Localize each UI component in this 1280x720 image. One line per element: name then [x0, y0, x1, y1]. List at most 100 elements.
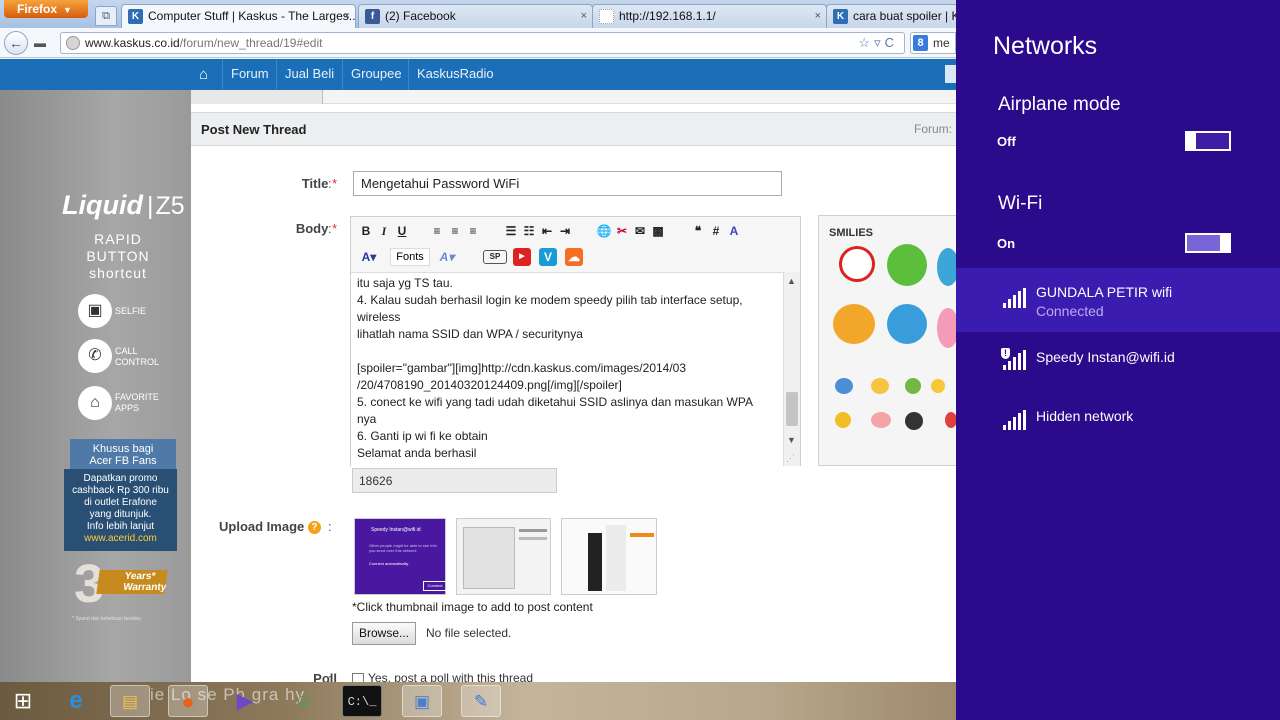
- help-icon[interactable]: ?: [307, 521, 321, 534]
- browse-button[interactable]: Browse...: [352, 622, 416, 645]
- nav-forum[interactable]: Forum: [222, 59, 277, 90]
- ad-promo-link[interactable]: www.acerid.com: [64, 533, 177, 545]
- upload-label-text: Upload Image: [219, 519, 305, 534]
- uploaded-thumbnail[interactable]: Speedy Instan@wifi.id Other people might…: [354, 518, 447, 595]
- smiley-small-2-icon[interactable]: [871, 378, 889, 394]
- close-icon[interactable]: ×: [344, 5, 350, 27]
- reload-icon[interactable]: C: [885, 35, 898, 50]
- file-explorer-icon[interactable]: ▤: [110, 685, 150, 717]
- chevron-down-icon[interactable]: ▿: [874, 35, 885, 50]
- smiley-small-6-icon[interactable]: [871, 412, 891, 428]
- upload-caption: *Click thumbnail image to add to post co…: [352, 600, 593, 614]
- nav-kaskusradio[interactable]: KaskusRadio: [408, 59, 502, 90]
- tab-groups-icon[interactable]: ⧉: [95, 6, 117, 26]
- camera-icon: ▣: [78, 294, 112, 328]
- body-line: /20/4708190_20140320124409.png[/img][/sp…: [357, 378, 622, 392]
- star-icon[interactable]: ☆: [858, 35, 874, 50]
- smiley-small-1-icon[interactable]: [835, 378, 853, 394]
- resize-handle-icon[interactable]: ⋰: [786, 453, 795, 464]
- fonts-dropdown[interactable]: Fonts: [390, 248, 430, 266]
- smilies-panel: SMILIES: [818, 215, 959, 466]
- search-box[interactable]: 8 me: [910, 32, 956, 54]
- user-menu-icon[interactable]: [945, 65, 956, 83]
- network-item-gundala-petir[interactable]: GUNDALA PETIR wifi Connected: [956, 268, 1280, 332]
- network-name: GUNDALA PETIR wifi: [1036, 284, 1173, 300]
- media-player-icon[interactable]: ▶: [225, 685, 265, 717]
- numbered-list-icon[interactable]: ☷: [520, 222, 538, 240]
- clear-format-icon[interactable]: A: [725, 222, 743, 240]
- close-icon[interactable]: ×: [581, 5, 587, 27]
- bold-button[interactable]: B: [357, 222, 375, 240]
- smiley-small-4-icon[interactable]: [931, 379, 945, 393]
- title-input[interactable]: Mengetahui Password WiFi: [353, 171, 782, 196]
- smiley-bird-icon[interactable]: [887, 304, 927, 344]
- internet-explorer-icon[interactable]: e: [56, 685, 96, 717]
- windows-start-icon[interactable]: ⊞: [3, 685, 43, 717]
- outdent-icon[interactable]: ⇤: [538, 222, 556, 240]
- indent-icon[interactable]: ⇥: [556, 222, 574, 240]
- url-text: www.kaskus.co.id/forum/new_thread/19#edi…: [85, 36, 322, 50]
- thumbnail-line: [519, 529, 547, 532]
- back-arrow-icon[interactable]: ←: [4, 31, 28, 55]
- smiley-frog-icon[interactable]: [887, 244, 927, 286]
- body-textarea[interactable]: itu saja yg TS tau. 4. Kalau sudah berha…: [351, 272, 783, 466]
- firefox-icon[interactable]: ●: [168, 685, 208, 717]
- smiley-small-7-icon[interactable]: [905, 412, 923, 430]
- close-icon[interactable]: ×: [815, 5, 821, 27]
- main-content: Post New Thread Forum: Title * : Mengeta…: [191, 90, 959, 686]
- nav-jual-beli[interactable]: Jual Beli: [276, 59, 342, 90]
- network-item-hidden[interactable]: Hidden network: [956, 392, 1280, 456]
- font-size-icon[interactable]: A▾: [357, 248, 381, 266]
- scroll-down-icon[interactable]: ▼: [787, 435, 796, 445]
- remote-desktop-icon[interactable]: ▣: [402, 685, 442, 717]
- uploaded-thumbnail[interactable]: [561, 518, 657, 595]
- page-title: Post New Thread: [201, 122, 307, 137]
- smiley-small-3-icon[interactable]: [905, 378, 921, 394]
- quote-icon[interactable]: ❝: [689, 222, 707, 240]
- italic-button[interactable]: I: [375, 222, 393, 240]
- airplane-mode-toggle[interactable]: [1185, 131, 1231, 151]
- forum-label: Forum:: [914, 122, 953, 136]
- smiley-fire-icon[interactable]: [833, 304, 875, 344]
- underline-button[interactable]: U: [393, 222, 411, 240]
- home-icon[interactable]: ⌂: [199, 66, 208, 83]
- paint-icon[interactable]: ✎: [461, 685, 501, 717]
- network-item-speedy-instan[interactable]: ! Speedy Instan@wifi.id: [956, 332, 1280, 396]
- messenger-icon[interactable]: ☺: [284, 685, 324, 717]
- youtube-icon[interactable]: ▶: [513, 248, 531, 266]
- uploaded-thumbnail[interactable]: [456, 518, 551, 595]
- firefox-menu-button[interactable]: Firefox ▼: [4, 0, 88, 18]
- vimeo-icon[interactable]: V: [539, 248, 557, 266]
- body-scrollbar[interactable]: ▲ ▼: [783, 272, 800, 466]
- spoiler-icon[interactable]: SP: [483, 250, 507, 264]
- soundcloud-icon[interactable]: ☁: [565, 248, 583, 266]
- align-right-icon[interactable]: ≡: [464, 222, 482, 240]
- smiley-small-5-icon[interactable]: [835, 412, 851, 428]
- link-icon[interactable]: 🌐: [595, 222, 613, 240]
- email-icon[interactable]: ✉: [631, 222, 649, 240]
- site-nav-bar: ⌂ Forum Jual Beli Groupee KaskusRadio: [0, 59, 956, 90]
- smiley-no-icon[interactable]: [839, 246, 875, 282]
- shield-warning-icon: !: [1001, 348, 1010, 359]
- align-center-icon[interactable]: ≡: [446, 222, 464, 240]
- font-color-icon[interactable]: A▾: [435, 248, 459, 266]
- tab-kaskus-spoiler[interactable]: K cara buat spoiler | Kas: [826, 4, 958, 28]
- thumbnail-text: Other people might be able to see info y…: [369, 543, 437, 553]
- align-left-icon[interactable]: ≡: [428, 222, 446, 240]
- command-prompt-icon[interactable]: C:\_: [342, 685, 382, 717]
- tab-kaskus-computer-stuff[interactable]: K Computer Stuff | Kaskus - The Larges..…: [121, 4, 356, 28]
- ad-feature-text: CONTROL: [115, 357, 160, 367]
- bullet-list-icon[interactable]: ☰: [502, 222, 520, 240]
- address-bar[interactable]: www.kaskus.co.id/forum/new_thread/19#edi…: [60, 32, 905, 54]
- scroll-thumb[interactable]: [786, 392, 798, 426]
- bookmark-icon[interactable]: ▬: [34, 36, 50, 50]
- unlink-icon[interactable]: ✂: [613, 222, 631, 240]
- wifi-toggle[interactable]: [1185, 233, 1231, 253]
- image-icon[interactable]: ▩: [649, 222, 667, 240]
- tab-router[interactable]: http://192.168.1.1/ ×: [592, 4, 827, 28]
- nav-groupee[interactable]: Groupee: [342, 59, 410, 90]
- hash-icon[interactable]: #: [707, 222, 725, 240]
- scroll-up-icon[interactable]: ▲: [787, 276, 796, 286]
- thumbnail-option: Connect automatically: [369, 561, 409, 566]
- tab-facebook[interactable]: f (2) Facebook ×: [358, 4, 593, 28]
